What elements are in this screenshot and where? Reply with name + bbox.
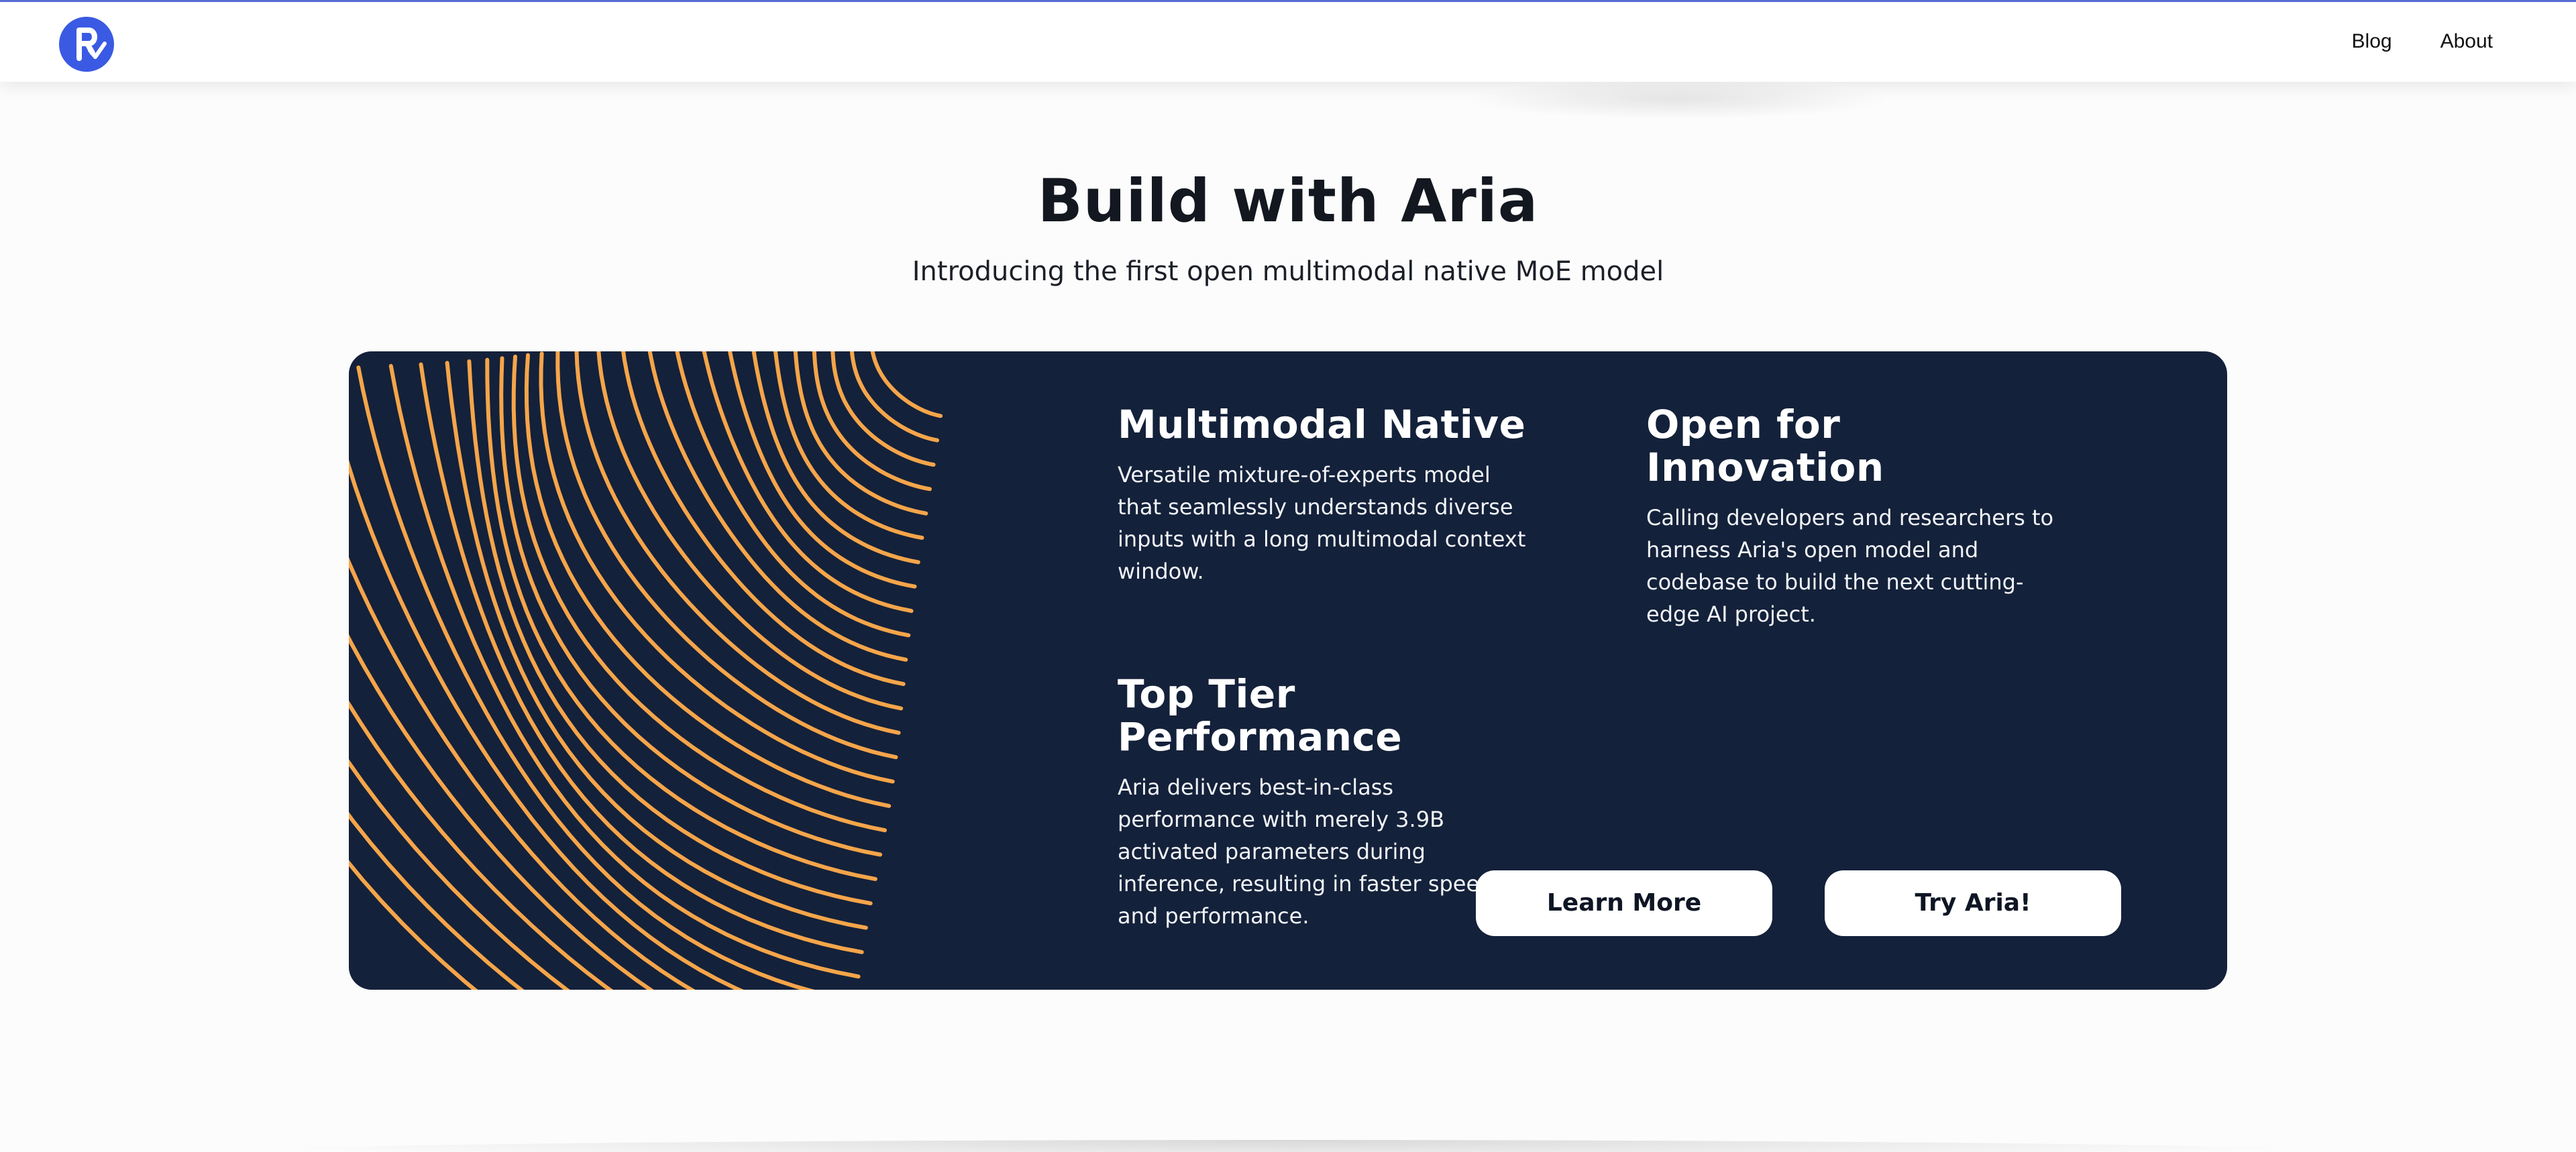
feature-description: Versatile mixture-of-experts model that … xyxy=(1118,461,1526,584)
logo-icon[interactable] xyxy=(59,17,114,72)
line-art-arc xyxy=(539,351,895,784)
feature-top-tier-performance: Top Tier Performance Aria delivers best-… xyxy=(1118,673,1534,932)
feature-title: Top Tier Performance xyxy=(1118,671,1403,760)
try-aria-button[interactable]: Try Aria! xyxy=(1825,870,2121,936)
learn-more-button[interactable]: Learn More xyxy=(1476,870,1772,936)
line-art-arc xyxy=(596,351,904,711)
feature-description: Calling developers and researchers to ha… xyxy=(1646,504,2054,627)
line-art-arc xyxy=(349,811,525,990)
line-art-arc xyxy=(727,351,917,589)
feature-open-for-innovation: Open for Innovation Calling developers a… xyxy=(1646,402,2076,630)
nav-link-blog[interactable]: Blog xyxy=(2352,30,2392,53)
line-art-arc xyxy=(870,351,943,418)
page-subtitle: Introducing the first open multimodal na… xyxy=(912,256,1664,287)
nav-links: Blog About xyxy=(2352,30,2493,53)
bottom-section-shadow xyxy=(201,1140,2375,1152)
feature-description: Aria delivers best-in-class performance … xyxy=(1118,774,1505,929)
line-art-arc xyxy=(349,759,570,990)
line-art-arc xyxy=(793,351,928,516)
line-art-arc xyxy=(356,365,815,990)
feature-multimodal-native: Multimodal Native Versatile mixture-of-e… xyxy=(1118,402,1534,587)
feature-title: Open for Innovation xyxy=(1646,402,1884,490)
navbar-shadow xyxy=(1462,79,1892,119)
feature-card: Multimodal Native Versatile mixture-of-e… xyxy=(349,351,2227,990)
line-art-arc xyxy=(702,351,914,614)
line-art-illustration xyxy=(349,351,943,990)
feature-title: Multimodal Native xyxy=(1118,402,1526,447)
nav-link-about[interactable]: About xyxy=(2440,30,2493,53)
top-navbar: Blog About xyxy=(0,2,2576,82)
line-art-arc xyxy=(419,362,864,954)
line-art-arc xyxy=(812,351,932,492)
page-title: Build with Aria xyxy=(1037,166,1539,235)
